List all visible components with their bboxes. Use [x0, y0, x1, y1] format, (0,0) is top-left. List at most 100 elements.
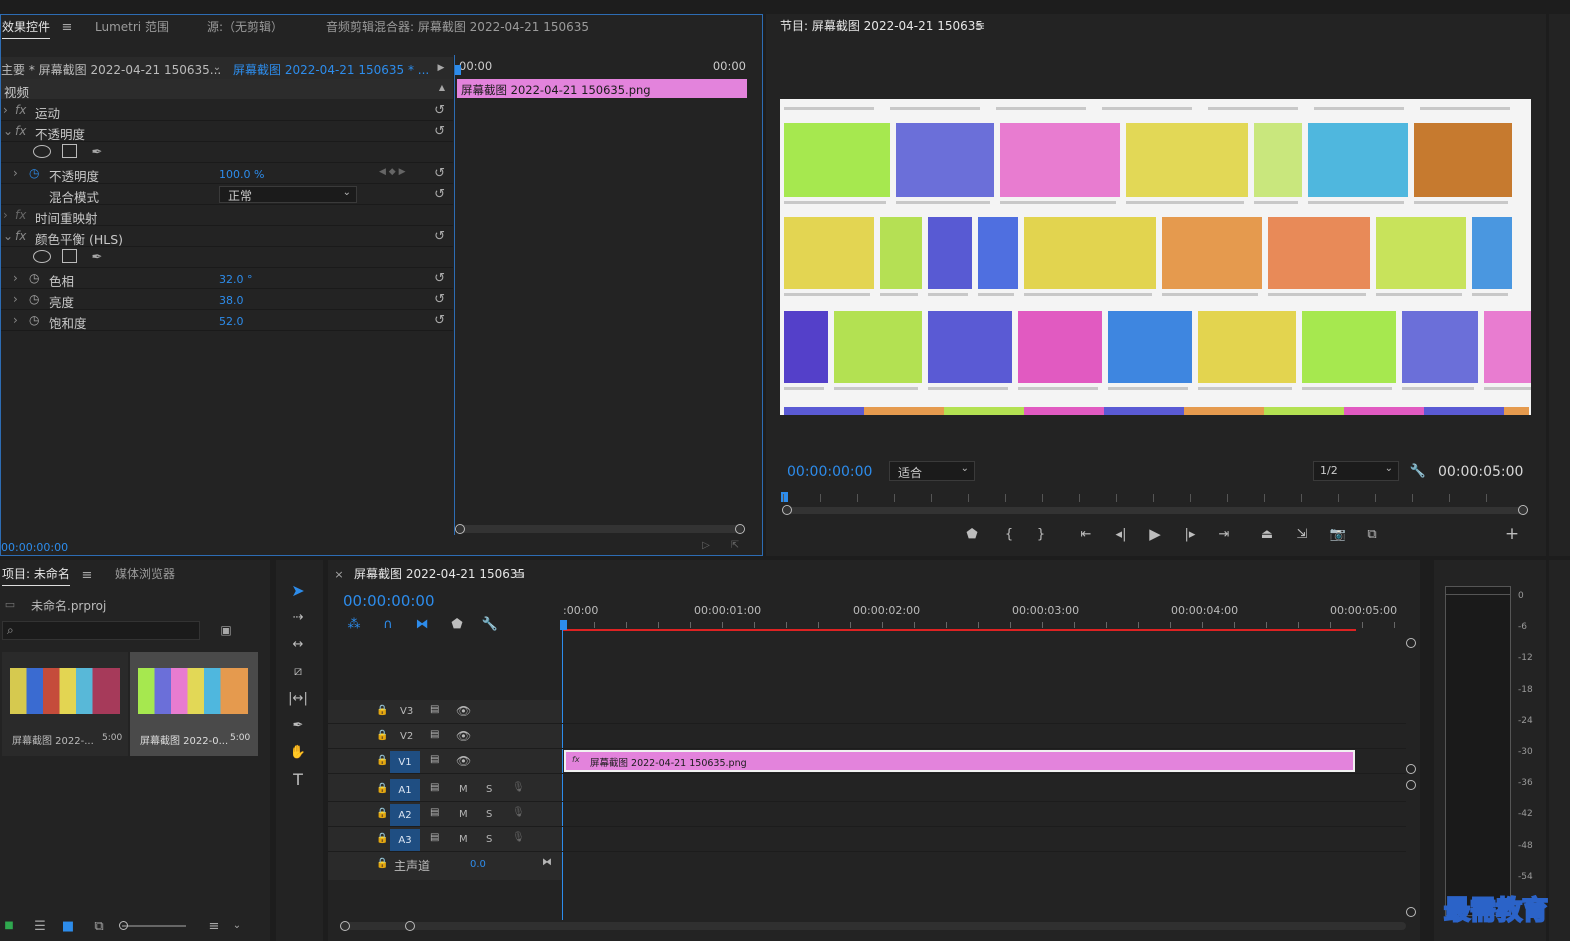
ec-playhead[interactable] — [455, 65, 461, 75]
stopwatch-icon[interactable]: ◷ — [29, 166, 39, 180]
program-monitor-title[interactable]: 节目: 屏幕截图 2022-04-21 150635 — [780, 14, 983, 38]
program-preview[interactable] — [780, 99, 1531, 415]
freeform-view-icon[interactable]: ⧉ — [90, 920, 108, 933]
sync-lock-icon[interactable]: ▤ — [430, 782, 439, 793]
film-icon[interactable]: ▤ — [430, 704, 439, 715]
microphone-icon[interactable]: 🎙 — [512, 832, 525, 843]
eye-icon[interactable]: 👁 — [456, 754, 471, 768]
ellipse-mask-icon[interactable] — [33, 145, 51, 158]
play-icon[interactable]: ▶ — [1145, 524, 1165, 544]
track-label-v2[interactable]: V2 — [400, 731, 413, 742]
project-search-input[interactable]: ⌕ — [2, 621, 200, 640]
sync-lock-icon[interactable]: ▤ — [430, 832, 439, 843]
lightness-value[interactable]: 38.0 — [219, 294, 244, 307]
ellipse-mask-icon[interactable] — [33, 250, 51, 263]
add-marker-icon[interactable]: ⬟ — [962, 524, 982, 544]
color-balance-row[interactable]: ⌄ fx 颜色平衡 (HLS) ↺ — [1, 226, 453, 247]
panel-menu-icon[interactable]: ≡ — [61, 21, 73, 34]
scroll-handle-right[interactable] — [1518, 505, 1528, 515]
tab-lumetri-scopes[interactable]: Lumetri 范围 — [95, 15, 169, 39]
add-button-icon[interactable]: + — [1502, 524, 1522, 544]
export-frame-camera-icon[interactable]: 📷 — [1328, 524, 1348, 544]
export-icon[interactable]: ⇱ — [728, 540, 742, 552]
clip-label[interactable]: 屏幕截图 2022-04-21 150635 * ... — [233, 61, 429, 78]
step-forward-icon[interactable]: |▸ — [1180, 524, 1200, 544]
timeline-timecode[interactable]: 00:00:00:00 — [343, 592, 435, 610]
hue-value[interactable]: 32.0 ° — [219, 273, 253, 286]
program-scrubber[interactable] — [781, 492, 1528, 515]
reset-icon[interactable]: ↺ — [434, 271, 445, 286]
type-tool-icon[interactable]: T — [288, 769, 308, 789]
insert-sequence-icon[interactable]: ⧓ — [412, 614, 432, 634]
stopwatch-icon[interactable]: ◷ — [29, 271, 39, 285]
sync-lock-icon[interactable]: ▤ — [430, 807, 439, 818]
film-icon[interactable]: ▤ — [430, 754, 439, 765]
scroll-handle-right[interactable] — [405, 921, 415, 931]
program-timecode[interactable]: 00:00:00:00 — [787, 464, 872, 480]
opacity-value[interactable]: 100.0 % — [219, 168, 264, 181]
pen-mask-icon[interactable]: ✒ — [89, 144, 105, 160]
rectangle-mask-icon[interactable] — [62, 144, 77, 158]
solo-button[interactable]: S — [486, 784, 492, 795]
solo-button[interactable]: S — [486, 809, 492, 820]
lock-icon[interactable]: 🔒 — [376, 833, 388, 844]
solo-button[interactable]: S — [486, 834, 492, 845]
compare-view-icon[interactable]: ⧉ — [1362, 524, 1382, 544]
lock-icon[interactable]: 🔒 — [376, 730, 388, 741]
lock-icon[interactable]: 🔒 — [376, 705, 388, 716]
slip-tool-icon[interactable]: |↔| — [288, 688, 308, 708]
tab-media-browser[interactable]: 媒体浏览器 — [115, 562, 175, 586]
timeline-horizontal-scrollbar[interactable] — [340, 921, 1406, 931]
keyframe-nav-icon[interactable]: ◀ ◆ ▶ — [379, 167, 406, 177]
ripple-edit-tool-icon[interactable]: ↔ — [288, 634, 308, 654]
timeline-playhead-marker[interactable] — [560, 620, 567, 630]
tab-source[interactable]: 源:（无剪辑） — [207, 15, 283, 39]
play-only-audio-icon[interactable]: ▷ — [699, 540, 713, 552]
resolution-dropdown[interactable]: 1/2 ⌄ — [1313, 461, 1399, 481]
scroll-handle[interactable] — [1406, 780, 1416, 790]
scroll-handle[interactable] — [1406, 764, 1416, 774]
reset-icon[interactable]: ↺ — [434, 124, 445, 139]
hand-tool-icon[interactable]: ✋ — [288, 742, 308, 762]
scroll-handle-right[interactable] — [735, 524, 745, 534]
scroll-handle-left[interactable] — [340, 921, 350, 931]
stopwatch-icon[interactable]: ◷ — [29, 313, 39, 327]
selection-tool-icon[interactable]: ➤ — [288, 580, 308, 600]
lock-icon[interactable]: 🔒 — [376, 858, 388, 869]
tab-project[interactable]: 项目: 未命名 — [2, 562, 70, 586]
reset-icon[interactable]: ↺ — [434, 187, 445, 202]
panel-menu-icon[interactable]: ≡ — [514, 569, 526, 582]
microphone-icon[interactable]: 🎙 — [512, 782, 525, 793]
sort-icon[interactable]: ≡ — [206, 920, 222, 933]
lock-icon[interactable]: 🔒 — [376, 755, 388, 766]
reset-icon[interactable]: ↺ — [434, 166, 445, 181]
time-ruler[interactable]: :00:00 00:00:01:00 00:00:02:00 00:00:03:… — [560, 600, 1406, 632]
track-label-a3[interactable]: A3 — [390, 829, 420, 851]
pen-mask-icon[interactable]: ✒ — [89, 249, 105, 265]
tab-effect-controls[interactable]: 效果控件 — [2, 15, 51, 39]
mute-button[interactable]: M — [459, 809, 468, 820]
timeline-settings-wrench-icon[interactable]: 🔧 — [480, 614, 500, 634]
hue-row[interactable]: › ◷ 色相 32.0 ° ↺ — [1, 268, 453, 289]
mark-in-icon[interactable]: { — [999, 524, 1019, 544]
timeline-title[interactable]: 屏幕截图 2022-04-21 150635 — [354, 562, 525, 586]
close-icon[interactable]: × — [334, 568, 344, 580]
add-marker-icon[interactable]: ⬟ — [447, 614, 467, 634]
scroll-handle[interactable] — [1406, 907, 1416, 917]
collapse-up-icon[interactable]: ▲ — [437, 83, 447, 93]
lock-icon[interactable]: ■ — [4, 920, 14, 932]
eye-icon[interactable]: 👁 — [456, 729, 471, 743]
lift-icon[interactable]: ⏏ — [1257, 524, 1277, 544]
chevron-down-icon[interactable]: ⌄ — [211, 62, 223, 74]
saturation-row[interactable]: › ◷ 饱和度 52.0 ↺ — [1, 310, 453, 331]
scroll-handle-left[interactable] — [782, 505, 792, 515]
snap-icon[interactable]: ⁂ — [344, 614, 364, 634]
film-icon[interactable]: ▤ — [430, 729, 439, 740]
ec-clip-bar[interactable]: 屏幕截图 2022-04-21 150635.png — [457, 79, 747, 98]
razor-tool-icon[interactable]: ⧄ — [288, 661, 308, 681]
eye-icon[interactable]: 👁 — [456, 704, 471, 718]
microphone-icon[interactable]: 🎙 — [512, 807, 525, 818]
mark-out-icon[interactable]: } — [1031, 524, 1051, 544]
saturation-value[interactable]: 52.0 — [219, 315, 244, 328]
blend-mode-dropdown[interactable]: 正常 ⌄ — [219, 186, 357, 203]
